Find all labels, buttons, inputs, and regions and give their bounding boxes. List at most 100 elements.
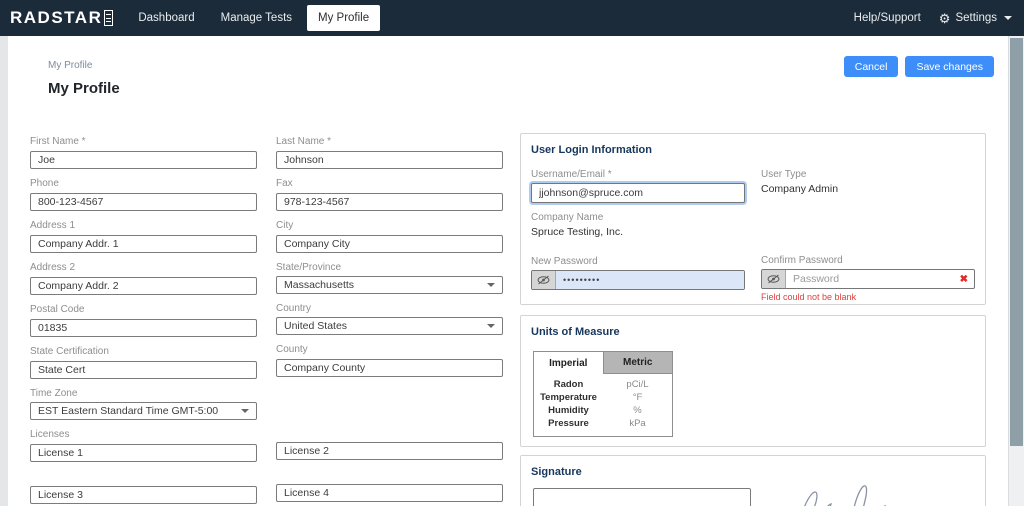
main-content: My Profile My Profile Cancel Save change…: [8, 36, 1008, 506]
top-navbar: RADSTAR Dashboard Manage Tests My Profil…: [0, 0, 1024, 36]
country-label: Country: [276, 303, 312, 314]
panel-spacer: [761, 213, 975, 255]
country-select[interactable]: United States: [276, 317, 503, 335]
username-email-input[interactable]: [531, 183, 745, 203]
field-postal-code: Postal Code: [30, 304, 257, 337]
last-name-input[interactable]: [276, 151, 503, 169]
postal-code-label: Postal Code: [30, 304, 85, 315]
user-type-label: User Type: [761, 169, 807, 180]
state-province-value: Massachusetts: [284, 279, 355, 291]
field-country: Country United States: [276, 303, 503, 335]
confirm-password-label: Confirm Password: [761, 255, 843, 266]
unit-value: pCi/L: [626, 379, 649, 390]
first-name-input[interactable]: [30, 151, 257, 169]
nav-tab-dashboard[interactable]: Dashboard: [127, 5, 205, 31]
first-name-label: First Name *: [30, 136, 86, 147]
confirm-password-input[interactable]: Password: [786, 270, 960, 288]
nav-tab-my-profile[interactable]: My Profile: [307, 5, 381, 31]
license-3-input[interactable]: [30, 486, 257, 504]
company-name-label: Company Name: [531, 212, 604, 223]
unit-name: Pressure: [548, 418, 589, 429]
breadcrumb: My Profile: [48, 60, 93, 71]
password-visibility-toggle[interactable]: [762, 270, 786, 288]
field-state-province: State/Province Massachusetts: [276, 262, 503, 294]
field-state-certification: State Certification: [30, 346, 257, 379]
signature-image: [804, 485, 887, 506]
field-fax: Fax: [276, 178, 503, 211]
county-input[interactable]: [276, 359, 503, 377]
unit-name: Temperature: [540, 392, 597, 403]
address-1-input[interactable]: [30, 235, 257, 253]
page-title: My Profile: [48, 80, 120, 97]
scrollbar-thumb[interactable]: [1010, 38, 1023, 446]
field-county: County: [276, 344, 503, 377]
field-license-3: [30, 471, 257, 504]
company-name-value: Spruce Testing, Inc.: [531, 226, 624, 238]
user-login-panel-title: User Login Information: [531, 144, 652, 156]
state-certification-input[interactable]: [30, 361, 257, 379]
field-city: City: [276, 220, 503, 253]
brand-logo[interactable]: RADSTAR: [10, 8, 114, 28]
username-email-label: Username/Email *: [531, 169, 612, 180]
license-4-label: [276, 469, 503, 481]
settings-label: Settings: [955, 12, 997, 24]
unit-value: °F: [632, 392, 643, 403]
nav-tab-manage-tests[interactable]: Manage Tests: [210, 5, 303, 31]
state-province-select[interactable]: Massachusetts: [276, 276, 503, 294]
time-zone-select[interactable]: EST Eastern Standard Time GMT-5:00: [30, 402, 257, 420]
postal-code-input[interactable]: [30, 319, 257, 337]
vertical-scrollbar: [1008, 36, 1024, 506]
units-tab-metric[interactable]: Metric: [602, 352, 672, 374]
user-login-panel: User Login Information Username/Email * …: [520, 133, 986, 305]
brand-text: RADSTAR: [10, 8, 103, 27]
field-user-type: User Type Company Admin: [761, 169, 975, 204]
units-of-measure-panel: Units of Measure Imperial Metric Radon p…: [520, 315, 986, 447]
fax-input[interactable]: [276, 193, 503, 211]
county-label: County: [276, 344, 308, 355]
signature-panel: Signature: [520, 455, 986, 506]
unit-value: %: [633, 405, 642, 416]
new-password-input[interactable]: •••••••••: [556, 271, 744, 289]
field-time-zone: Time Zone EST Eastern Standard Time GMT-…: [30, 388, 257, 420]
chevron-down-icon: [487, 324, 495, 328]
units-table: Imperial Metric Radon pCi/L Temperature …: [533, 351, 673, 437]
chevron-down-icon: [487, 283, 495, 287]
signature-input[interactable]: [533, 488, 751, 506]
help-support-link[interactable]: Help/Support: [854, 12, 921, 24]
unit-value: kPa: [629, 418, 646, 429]
license-2-input[interactable]: [276, 442, 503, 460]
confirm-password-error: Field could not be blank: [761, 292, 857, 302]
address-2-label: Address 2: [30, 262, 76, 273]
settings-menu[interactable]: ⚙ Settings: [939, 12, 1012, 25]
profile-form-column-2: Last Name * Fax City State/Province Mass…: [276, 136, 503, 506]
units-tab-imperial[interactable]: Imperial: [534, 352, 603, 374]
units-row-radon: Radon pCi/L: [534, 378, 672, 391]
licenses-label: Licenses: [30, 429, 70, 440]
phone-input[interactable]: [30, 193, 257, 211]
unit-name: Radon: [553, 379, 584, 390]
confirm-password-group: Password ✖: [761, 269, 975, 289]
time-zone-value: EST Eastern Standard Time GMT-5:00: [38, 405, 219, 417]
license-1-input[interactable]: [30, 444, 257, 462]
password-visibility-toggle[interactable]: [532, 271, 556, 289]
action-buttons: Cancel Save changes: [843, 56, 994, 77]
units-panel-title: Units of Measure: [531, 326, 620, 338]
field-first-name: First Name *: [30, 136, 257, 169]
user-type-value: Company Admin: [761, 183, 839, 195]
field-license-1: Licenses: [30, 429, 257, 462]
cancel-button[interactable]: Cancel: [843, 56, 899, 77]
license-4-input[interactable]: [276, 484, 503, 502]
nav-tabs: Dashboard Manage Tests My Profile: [127, 5, 381, 31]
city-input[interactable]: [276, 235, 503, 253]
units-row-humidity: Humidity %: [534, 404, 672, 417]
state-province-label: State/Province: [276, 262, 342, 273]
save-changes-button[interactable]: Save changes: [905, 56, 994, 77]
eye-slash-icon: [767, 274, 780, 284]
field-license-4: [276, 469, 503, 502]
license-3-label: [30, 471, 257, 483]
new-password-label: New Password: [531, 256, 598, 267]
address-1-label: Address 1: [30, 220, 76, 231]
address-2-input[interactable]: [30, 277, 257, 295]
last-name-label: Last Name *: [276, 136, 332, 147]
units-row-temperature: Temperature °F: [534, 391, 672, 404]
